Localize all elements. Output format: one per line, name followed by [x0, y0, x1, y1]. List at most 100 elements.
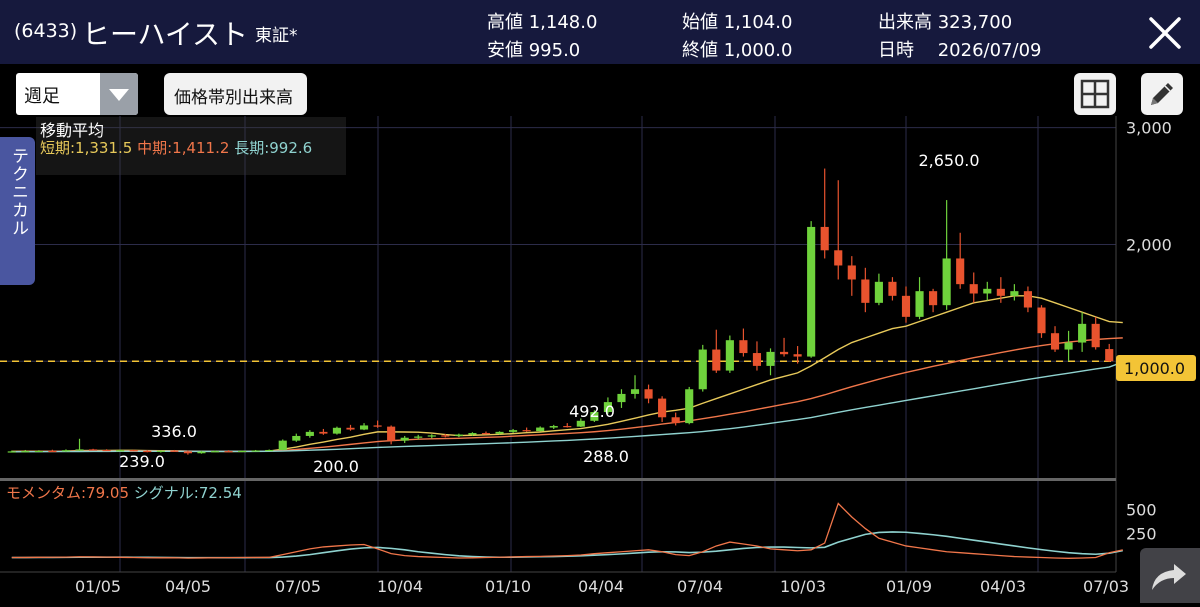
candle	[332, 426, 342, 435]
candle-body	[373, 425, 382, 427]
candle	[1091, 316, 1100, 350]
ma-legend-values: 短期:1,331.5 中期:1,411.2 長期:992.6	[40, 137, 312, 158]
momentum-line	[11, 502, 1123, 559]
candle	[292, 433, 301, 442]
candle	[509, 428, 518, 433]
candle	[847, 256, 856, 296]
candle-body	[847, 265, 856, 280]
candle-body	[102, 449, 111, 452]
signal-line	[11, 531, 1123, 559]
chevron-down-icon	[109, 89, 129, 101]
candle	[549, 424, 558, 429]
candle-body	[915, 291, 924, 317]
candle	[1064, 330, 1073, 362]
candle	[75, 438, 84, 451]
candle	[89, 448, 98, 451]
candle-body	[834, 250, 843, 266]
price-tick-label: 2,000	[1126, 235, 1172, 254]
candle	[725, 335, 734, 373]
candle-body	[807, 226, 816, 357]
candle	[265, 449, 274, 452]
candle-body	[21, 451, 30, 453]
technical-tab[interactable]: テクニカル	[0, 137, 35, 285]
candle-body	[251, 450, 260, 452]
pencil-icon	[1151, 83, 1173, 105]
dropdown-arrow	[100, 73, 138, 115]
current-price-tag: 1,000.0	[1116, 355, 1196, 381]
candle	[387, 425, 396, 445]
candle-body	[712, 349, 721, 371]
volume-by-price-button[interactable]: 価格帯別出来高	[164, 73, 307, 115]
candle-body	[549, 426, 558, 428]
candle	[481, 431, 491, 435]
candle-body	[901, 295, 911, 317]
stock-name: ヒーハイスト	[82, 18, 249, 51]
candle	[400, 435, 409, 443]
candle-body	[1050, 333, 1060, 350]
candle	[766, 348, 775, 376]
candle-body	[888, 281, 897, 296]
candle-body	[359, 425, 369, 430]
candle-body	[61, 450, 71, 452]
candle	[861, 267, 870, 313]
high-price: 高値 1,148.0	[487, 12, 598, 33]
candle-body	[197, 451, 206, 454]
grid-button[interactable]	[1074, 73, 1116, 115]
stock-header: (6433) ヒーハイスト 東証* 高値 1,148.0 安値 995.0 始値…	[0, 0, 1200, 64]
candle	[1037, 305, 1046, 338]
time-tick-label: 10/03	[780, 577, 826, 596]
candle-body	[630, 389, 640, 394]
candle	[102, 449, 111, 452]
candle-body	[238, 450, 247, 453]
candle-body	[1091, 323, 1100, 348]
candle-body	[7, 451, 16, 453]
candle-body	[454, 434, 463, 436]
draw-button[interactable]	[1141, 73, 1183, 115]
candle	[942, 200, 951, 310]
moving-average-legend: 移動平均 短期:1,331.5 中期:1,411.2 長期:992.6	[36, 117, 346, 175]
candle-body	[617, 393, 626, 403]
candle	[319, 428, 328, 435]
candle	[658, 396, 667, 422]
candle-body	[332, 427, 342, 434]
candle-body	[576, 420, 585, 427]
candle	[251, 449, 260, 452]
share-icon	[1152, 564, 1186, 590]
candle	[712, 329, 721, 373]
candle	[346, 424, 355, 431]
momentum-lines	[11, 502, 1123, 559]
candle	[752, 341, 762, 371]
candle-body	[468, 433, 477, 435]
candle	[563, 423, 572, 428]
period-select[interactable]: 週足	[16, 73, 138, 115]
candle-body	[265, 449, 274, 452]
time-tick-label: 04/04	[578, 577, 624, 596]
price-annotation: 239.0	[119, 452, 165, 471]
time-tick-label: 07/04	[677, 577, 723, 596]
candle	[305, 430, 314, 438]
share-button[interactable]	[1140, 548, 1200, 603]
time-tick-label: 10/04	[377, 577, 423, 596]
momentum-tick-label: 250	[1126, 524, 1157, 543]
candle-body	[1023, 291, 1032, 308]
candle	[956, 232, 965, 289]
close-button[interactable]	[1146, 14, 1184, 52]
candle-body	[224, 451, 233, 453]
price-annotations: 336.0 239.0 200.0 492.0 288.0 2,650.0	[119, 151, 979, 476]
market-label: 東証*	[255, 26, 298, 46]
candle-body	[1037, 307, 1046, 334]
candle-body	[305, 431, 314, 436]
candle	[834, 180, 843, 280]
candle-body	[210, 451, 220, 453]
candle-body	[34, 450, 43, 453]
candle-body	[292, 435, 301, 441]
candle-body	[387, 426, 396, 441]
price-chart[interactable]: 336.0239.0200.0492.0288.02,650.0 1,0002,…	[0, 116, 1200, 603]
candle	[454, 433, 463, 438]
candle-body	[793, 354, 802, 357]
candle	[536, 426, 545, 432]
candle	[915, 277, 924, 320]
candle	[373, 420, 382, 428]
candle-body	[536, 427, 545, 432]
price-annotation: 492.0	[569, 402, 615, 421]
